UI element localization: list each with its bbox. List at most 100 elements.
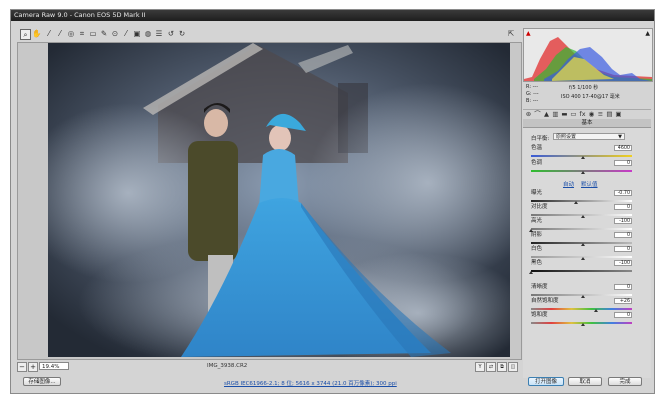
blacks-label: 黑色 <box>531 260 543 266</box>
shadows-thumb[interactable] <box>581 243 585 246</box>
tab-tone-curve-icon[interactable]: ⌒ <box>534 111 541 118</box>
clarity-value[interactable]: 0 <box>614 284 632 290</box>
blacks-slider[interactable] <box>531 270 632 272</box>
tab-presets-icon[interactable]: ≡ <box>597 111 604 118</box>
highlights-value[interactable]: -100 <box>614 218 632 224</box>
view-mode-buttons: Y ⇄ ⧉ ◫ <box>474 362 518 372</box>
radial-filter-tool-icon[interactable]: ◍ <box>143 29 153 39</box>
zoom-tool-icon[interactable]: ⌕ <box>20 29 31 40</box>
straighten-tool-icon[interactable]: ▭ <box>88 29 98 39</box>
default-link[interactable]: 默认值 <box>581 180 598 188</box>
whites-thumb[interactable] <box>581 257 585 260</box>
contrast-value[interactable]: 0 <box>614 204 632 210</box>
tab-snapshots-icon[interactable]: ▤ <box>606 111 613 118</box>
adjustment-brush-tool-icon[interactable]: ⁄ <box>121 29 131 39</box>
zoom-level-select[interactable]: 19.4% <box>39 362 69 370</box>
tab-basic-icon[interactable]: ⊛ <box>525 111 532 118</box>
temperature-thumb[interactable] <box>581 156 585 159</box>
contrast-label: 对比度 <box>531 204 548 210</box>
before-after-icon[interactable]: Y <box>475 362 485 372</box>
rotate-right-icon[interactable]: ↻ <box>177 29 187 39</box>
tint-label: 色调 <box>531 160 543 166</box>
white-balance-value: 原照设置 <box>556 134 577 140</box>
histogram: ▲ ▲ <box>523 28 653 82</box>
basic-panel: 白平衡: 原照设置 ▼ 色温 4600 色调 0 自动 默认值 曝光 -0.70 <box>523 128 651 378</box>
preferences-tool-icon[interactable]: ☰ <box>154 29 164 39</box>
blacks-thumb[interactable] <box>529 271 533 274</box>
tint-thumb[interactable] <box>581 171 585 174</box>
spot-removal-tool-icon[interactable]: ✎ <box>99 29 109 39</box>
vibrance-slider[interactable] <box>531 308 632 310</box>
white-balance-label: 白平衡: <box>531 136 550 142</box>
clarity-thumb[interactable] <box>581 295 585 298</box>
shadow-clip-warning-icon[interactable]: ▲ <box>526 30 531 37</box>
whites-label: 白色 <box>531 246 543 252</box>
target-adjustment-tool-icon[interactable]: ◎ <box>66 29 76 39</box>
hand-tool-icon[interactable]: ✋ <box>32 29 42 39</box>
contrast-thumb[interactable] <box>581 215 585 218</box>
camera-raw-window: Camera Raw 9.0 - Canon EOS 5D Mark II ⌕ … <box>10 9 655 394</box>
fullscreen-icon[interactable]: ⇱ <box>506 29 516 39</box>
exposure-slider[interactable] <box>531 200 632 202</box>
vibrance-thumb[interactable] <box>594 309 598 312</box>
workflow-options-link[interactable]: sRGB IEC61966-2.1; 8 位; 5616 x 3744 (21.… <box>224 379 397 387</box>
auto-link[interactable]: 自动 <box>563 180 574 188</box>
copy-icon[interactable]: ⧉ <box>497 362 507 372</box>
tab-split-toning-icon[interactable]: ▬ <box>561 111 568 118</box>
exposure-label: 曝光 <box>531 190 543 196</box>
crop-tool-icon[interactable]: ⌗ <box>77 29 87 39</box>
exposure-value[interactable]: -0.70 <box>614 190 632 196</box>
exposure-thumb[interactable] <box>574 201 578 204</box>
open-image-button[interactable]: 打开图像 <box>528 377 564 386</box>
window-title: Camera Raw 9.0 - Canon EOS 5D Mark II <box>11 10 654 21</box>
white-balance-select[interactable]: 原照设置 ▼ <box>553 133 625 140</box>
vibrance-label: 自然饱和度 <box>531 298 559 304</box>
preview-status-bar: − + 19.4% IMG_3938.CR2 Y ⇄ ⧉ ◫ <box>17 362 520 372</box>
color-sampler-tool-icon[interactable]: ⁄ <box>55 29 65 39</box>
rotate-left-icon[interactable]: ↺ <box>166 29 176 39</box>
panel-title: 基本 <box>523 119 651 128</box>
cancel-button[interactable]: 取消 <box>568 377 602 386</box>
highlights-slider[interactable] <box>531 228 632 230</box>
tab-hsl-icon[interactable]: ▥ <box>552 111 559 118</box>
swap-icon[interactable]: ⇄ <box>486 362 496 372</box>
zoom-out-button[interactable]: − <box>17 362 27 372</box>
blue-readout: B: --- <box>526 98 539 104</box>
green-readout: G: --- <box>526 91 539 97</box>
graduated-filter-tool-icon[interactable]: ▣ <box>132 29 142 39</box>
tab-detail-icon[interactable]: ▲ <box>543 111 550 118</box>
panel-tabs: ⊛ ⌒ ▲ ▥ ▬ ▭ fx ◉ ≡ ▤ ▣ <box>523 109 651 119</box>
shadows-value[interactable]: 0 <box>614 232 632 238</box>
vibrance-value[interactable]: +26 <box>614 298 632 304</box>
saturation-thumb[interactable] <box>581 323 585 326</box>
tab-menu-icon[interactable]: ▣ <box>615 111 622 118</box>
saturation-label: 饱和度 <box>531 312 548 318</box>
chevron-down-icon: ▼ <box>618 134 622 140</box>
highlight-clip-warning-icon[interactable]: ▲ <box>645 30 650 37</box>
saturation-value[interactable]: 0 <box>614 312 632 318</box>
photo-preview <box>48 43 510 357</box>
iso-lens: ISO 400 17-40@17 毫米 <box>561 94 620 100</box>
tab-lens-icon[interactable]: ▭ <box>570 111 577 118</box>
right-panel: ▲ ▲ R: --- G: --- B: --- f/5 1/100 秒 ISO… <box>523 28 653 380</box>
temperature-value[interactable]: 4600 <box>614 145 632 151</box>
toggle-icon[interactable]: ◫ <box>508 362 518 372</box>
filename-label: IMG_3938.CR2 <box>207 363 248 369</box>
tab-camera-calibration-icon[interactable]: ◉ <box>588 111 595 118</box>
zoom-in-button[interactable]: + <box>28 362 38 372</box>
done-button[interactable]: 完成 <box>608 377 642 386</box>
wedding-photo-image <box>48 43 510 357</box>
whites-value[interactable]: 0 <box>614 246 632 252</box>
blacks-value[interactable]: -100 <box>614 260 632 266</box>
preview-area[interactable] <box>17 42 522 360</box>
red-eye-tool-icon[interactable]: ⊙ <box>110 29 120 39</box>
save-image-button[interactable]: 存储图像... <box>23 377 61 386</box>
temperature-label: 色温 <box>531 145 543 151</box>
highlights-label: 高光 <box>531 218 543 224</box>
white-balance-tool-icon[interactable]: ⁄ <box>44 29 54 39</box>
clarity-label: 清晰度 <box>531 284 548 290</box>
shadows-label: 阴影 <box>531 232 543 238</box>
tab-effects-icon[interactable]: fx <box>579 111 586 118</box>
aperture-shutter: f/5 1/100 秒 <box>569 85 599 91</box>
tint-value[interactable]: 0 <box>614 160 632 166</box>
